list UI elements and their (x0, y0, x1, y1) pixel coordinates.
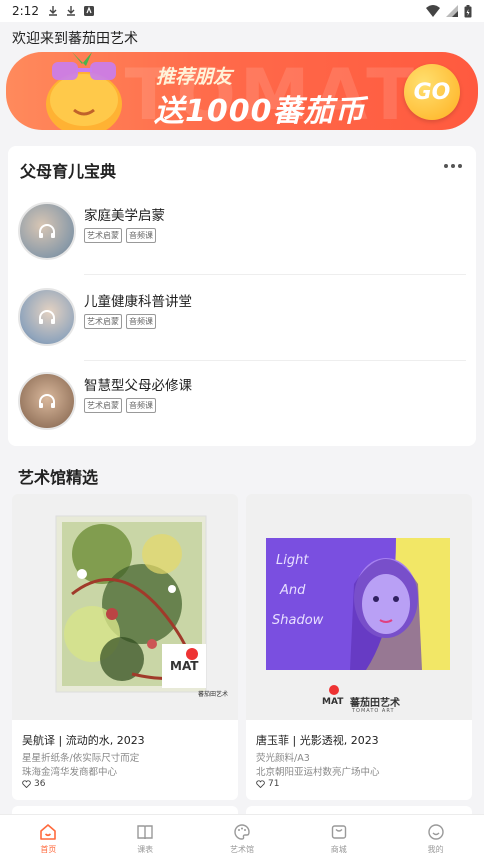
artwork-center: 北京朝阳亚运村数亮广场中心 (256, 767, 380, 778)
download-icon (48, 6, 57, 16)
artwork-logo-sub: TOMATO ART (352, 708, 395, 714)
divider (84, 360, 466, 361)
course-tag: 艺术启蒙 (84, 314, 122, 329)
artwork-title: 吴航译 | 流动的水, 2023 (22, 734, 145, 747)
tab-label: 首页 (40, 845, 57, 854)
course-tag: 音频课 (126, 314, 156, 329)
card-title: 父母育儿宝典 (20, 162, 117, 181)
tab-label: 课表 (137, 845, 154, 854)
course-tag: 音频课 (126, 228, 156, 243)
course-thumbnail (18, 372, 76, 430)
home-icon (40, 824, 57, 840)
headphones-icon (39, 310, 55, 324)
heart-icon (22, 780, 31, 788)
banner-go-button[interactable]: GO (404, 64, 460, 120)
shop-icon (331, 825, 346, 839)
svg-text:Shadow: Shadow (272, 613, 324, 628)
artwork-image: Light And Shadow MAT 蕃茄田艺术 TOMATO ART (246, 494, 472, 720)
likes-count[interactable]: 71 (256, 779, 279, 789)
battery-icon (464, 4, 472, 17)
svg-text:MAT: MAT (170, 659, 199, 673)
course-tag: 艺术启蒙 (84, 398, 122, 413)
banner-line2: 送1000蕃茄币 (154, 94, 366, 129)
divider (84, 274, 466, 275)
course-tag: 音频课 (126, 398, 156, 413)
course-name: 家庭美学启蒙 (84, 208, 165, 224)
bottom-nav: 首页 课表 艺术馆 商城 我的 (0, 814, 484, 862)
parent-courses-card: 父母育儿宝典 家庭美学启蒙 艺术启蒙 音频课 儿童健康科普讲堂 艺术启蒙 音频课… (8, 146, 476, 446)
more-options-icon[interactable] (444, 164, 462, 168)
tab-gallery[interactable]: 艺术馆 (194, 815, 291, 862)
svg-text:Light: Light (276, 553, 309, 568)
likes-value: 36 (34, 779, 46, 789)
palette-icon (234, 824, 250, 840)
likes-value: 71 (268, 779, 280, 789)
artwork-title: 唐玉菲 | 光影透视, 2023 (256, 734, 379, 747)
course-tag: 艺术启蒙 (84, 228, 122, 243)
tab-home[interactable]: 首页 (0, 815, 97, 862)
course-name: 儿童健康科普讲堂 (84, 294, 192, 310)
tab-profile[interactable]: 我的 (387, 815, 484, 862)
artwork-painting: MAT (12, 494, 238, 720)
tab-label: 艺术馆 (229, 845, 254, 854)
smile-icon (427, 824, 444, 840)
app-notification-icon (83, 6, 94, 16)
tomato-mascot-icon (46, 52, 122, 130)
welcome-text: 欢迎来到蕃茄田艺术 (12, 31, 138, 47)
artwork-image: MAT 蕃茄田艺术 (12, 494, 238, 720)
course-item[interactable]: 家庭美学启蒙 艺术启蒙 音频课 (8, 202, 476, 286)
tab-shop[interactable]: 商城 (290, 815, 387, 862)
course-item[interactable]: 儿童健康科普讲堂 艺术启蒙 音频课 (8, 288, 476, 372)
book-icon (137, 825, 153, 840)
artwork-card[interactable]: Light And Shadow MAT 蕃茄田艺术 TOMATO ART 唐玉… (246, 494, 472, 800)
likes-count[interactable]: 36 (22, 779, 45, 789)
course-thumbnail (18, 288, 76, 346)
artwork-card[interactable]: MAT 蕃茄田艺术 吴航译 | 流动的水, 2023 星星折纸条/依实际尺寸而定… (12, 494, 238, 800)
download-icon (66, 6, 75, 16)
heart-icon (256, 780, 265, 788)
tab-schedule[interactable]: 课表 (97, 815, 194, 862)
wifi-icon (426, 5, 440, 17)
status-time: 2:12 (12, 4, 39, 18)
artwork-material: 星星折纸条/依实际尺寸而定 (22, 753, 140, 764)
course-name: 智慧型父母必修课 (84, 378, 192, 394)
status-bar: 2:12 (0, 0, 484, 22)
headphones-icon (39, 394, 55, 408)
tab-label: 商城 (330, 845, 347, 854)
course-thumbnail (18, 202, 76, 260)
artwork-logo-text: 蕃茄田艺术 (198, 691, 229, 698)
headphones-icon (39, 224, 55, 238)
svg-text:MAT: MAT (322, 697, 344, 707)
gallery-section-title: 艺术馆精选 (18, 468, 99, 487)
banner-line1: 推荐朋友 (156, 66, 233, 88)
artwork-logo-text: 蕃茄田艺术 (350, 698, 400, 709)
artwork-center: 珠海金湾华发商都中心 (22, 767, 118, 778)
tab-label: 我的 (427, 845, 444, 854)
artwork-painting: Light And Shadow MAT (246, 494, 472, 720)
course-item[interactable]: 智慧型父母必修课 艺术启蒙 音频课 (8, 372, 476, 456)
artwork-material: 荧光颜料/A3 (256, 753, 310, 764)
signal-icon (446, 5, 458, 17)
svg-text:And: And (279, 583, 306, 598)
referral-banner[interactable]: TOMAT 推荐朋友 送1000蕃茄币 GO (6, 52, 478, 130)
